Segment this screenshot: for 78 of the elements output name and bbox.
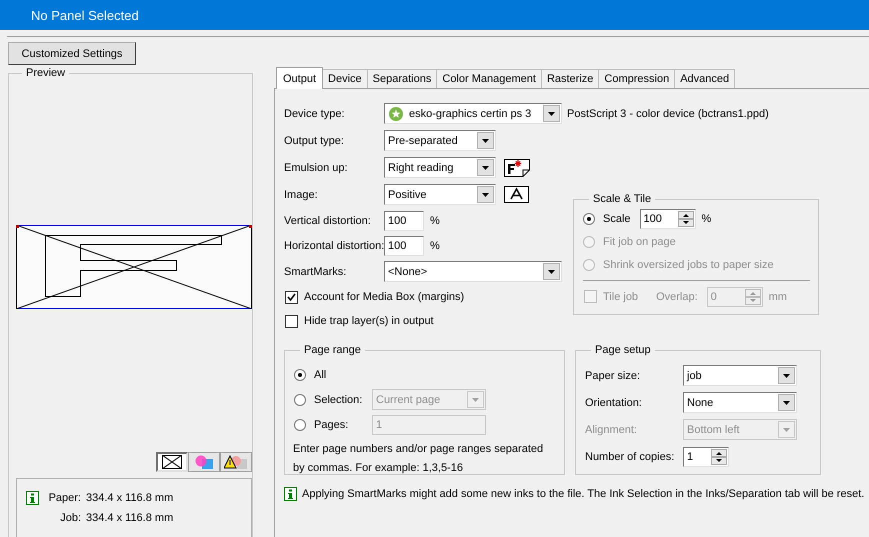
field-label: Number of copies: [585, 450, 676, 462]
field-label: Emulsion up: [284, 162, 349, 174]
field-label: Output type: [284, 134, 345, 146]
caret-icon [548, 270, 555, 274]
info-icon [284, 487, 297, 501]
window-title: No Panel Selected [31, 8, 139, 22]
warning-icon [224, 455, 248, 469]
checkbox-label: Tile job [603, 290, 638, 302]
warning-view-button[interactable] [220, 452, 252, 472]
scale-spinner[interactable]: 100 [640, 208, 696, 228]
image-dropdown[interactable]: Positive [384, 184, 496, 205]
checkbox-label: Hide trap layer(s) in output [304, 315, 434, 327]
horizontal-distortion-field[interactable]: 100 [384, 236, 424, 256]
radio-label: Pages: [314, 418, 350, 430]
customized-settings-button[interactable]: Customized Settings [8, 42, 136, 65]
caret-icon [783, 374, 790, 378]
info-label: Paper: [48, 492, 81, 504]
smartmarks-dropdown[interactable]: <None> [384, 261, 562, 282]
radio-button[interactable] [583, 212, 595, 224]
device-type-dropdown[interactable]: esko-graphics certin ps 3 [384, 103, 562, 124]
radio-label: Scale [603, 212, 631, 224]
field-label: Image: [284, 188, 319, 200]
field-label: Horizontal distortion: [284, 240, 384, 252]
color-view-button[interactable] [188, 452, 220, 472]
caret-icon [783, 428, 790, 432]
info-value: 334.4 x 116.8 mm [86, 512, 174, 524]
checkbox[interactable] [285, 314, 298, 328]
info-icon [26, 491, 39, 505]
field-label: Vertical distortion: [284, 214, 372, 226]
tab[interactable]: Advanced [674, 69, 736, 88]
radio-button[interactable] [294, 368, 306, 380]
spin-arrows-icon [678, 210, 694, 226]
group-title: Page setup [594, 344, 652, 356]
field-label: Orientation: [585, 396, 643, 408]
spin-arrows-icon [744, 288, 761, 304]
device-description: PostScript 3 - color device (bctrans1.ppd) [567, 108, 769, 120]
field-label: Alignment: [585, 424, 638, 436]
radio-label: All [314, 368, 328, 380]
crossed-box-icon [162, 455, 182, 469]
color-overlap-icon [194, 455, 214, 469]
notice-text: Applying SmartMarks might add some new inks to the file. The Ink Selection in the Inks/Separation tab will be reset. [302, 488, 864, 500]
spin-arrows-icon [711, 448, 727, 464]
page-setup-dropdown[interactable]: job [683, 365, 797, 386]
hint-text: Enter page numbers and/or page ranges separated by commas. For example: 1,3,5-16 [293, 442, 544, 476]
letter-a-icon [504, 186, 529, 203]
caret-icon [472, 398, 479, 402]
field-label: Paper size: [585, 370, 642, 382]
caret-icon [482, 166, 489, 170]
caret-icon [482, 138, 489, 142]
unit-label: % [430, 214, 440, 226]
star-badge-icon [389, 106, 403, 120]
caret-icon [548, 112, 555, 116]
vertical-distortion-field[interactable]: 100 [384, 210, 424, 230]
info-label: Job: [59, 512, 81, 524]
radio-label: Fit job on page [603, 236, 676, 248]
tab[interactable]: Output [276, 67, 324, 89]
page-setup-dropdown[interactable]: None [683, 392, 797, 413]
group-title: Page range [303, 344, 362, 356]
output-type-dropdown[interactable]: Pre-separated [384, 130, 496, 151]
wireframe-view-button[interactable] [156, 452, 188, 472]
caret-icon [783, 400, 790, 404]
unit-label: % [430, 240, 440, 252]
emulsion-dropdown[interactable]: Right reading [384, 157, 496, 178]
unit-label: % [702, 212, 712, 224]
field-label: SmartMarks: [284, 266, 348, 278]
copies-spinner[interactable]: 1 [683, 446, 729, 466]
field-label: Overlap: [656, 290, 698, 302]
radio-label: Shrink oversized jobs to paper size [603, 258, 774, 270]
info-value: 334.4 x 116.8 mm [86, 492, 174, 504]
group-title: Scale & Tile [592, 193, 652, 205]
letter-page-icon [504, 158, 530, 176]
checkbox-label: Account for Media Box (margins) [304, 291, 464, 303]
radio-label: Selection: [314, 394, 364, 406]
caret-icon [482, 192, 489, 196]
unit-label: mm [768, 290, 787, 302]
group-title: Preview [25, 67, 66, 79]
field-label: Device type: [284, 108, 346, 120]
checkbox[interactable] [285, 290, 298, 304]
